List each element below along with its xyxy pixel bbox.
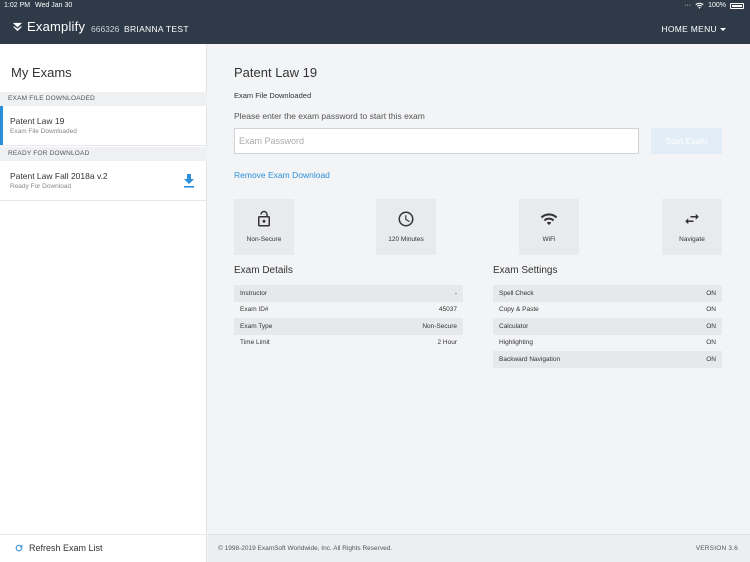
- tile-wifi: WiFi: [519, 199, 579, 255]
- exam-settings-title: Exam Settings: [493, 265, 558, 276]
- exam-item-name: Patent Law Fall 2018a v.2: [10, 171, 108, 181]
- wifi-icon: [540, 213, 558, 225]
- home-menu-label: HOME MENU: [661, 24, 717, 34]
- row-value: Non-Secure: [422, 322, 457, 330]
- section-heading-ready: READY FOR DOWNLOAD: [0, 147, 207, 161]
- exam-title: Patent Law 19: [234, 65, 318, 80]
- status-time: 1:02 PM: [4, 2, 31, 9]
- tile-label: WiFi: [542, 236, 556, 243]
- start-exam-button[interactable]: Start Exam: [651, 128, 722, 154]
- exam-detail-panel: Patent Law 19 Exam File Downloaded Pleas…: [208, 44, 750, 534]
- row-label: Exam ID#: [240, 306, 269, 314]
- footer: © 1998-2019 ExamSoft Worldwide, Inc. All…: [208, 534, 750, 562]
- row-label: Copy & Paste: [499, 306, 539, 314]
- exam-item-status: Ready For Download: [10, 183, 72, 190]
- sidebar-title: My Exams: [11, 65, 72, 80]
- tile-label: Navigate: [679, 236, 705, 243]
- status-date: Wed Jan 30: [35, 2, 73, 9]
- sidebar: My Exams EXAM FILE DOWNLOADED Patent Law…: [0, 44, 207, 562]
- arrows-swap-icon: [685, 213, 699, 225]
- exam-list-item-patent-law-19[interactable]: Patent Law 19 Exam File Downloaded: [0, 106, 207, 146]
- status-bar: 1:02 PM Wed Jan 30 ··· 100%: [0, 0, 750, 12]
- table-row: Backward Navigation ON: [493, 351, 722, 368]
- download-icon[interactable]: [183, 174, 195, 188]
- row-label: Exam Type: [240, 322, 273, 330]
- brand-name: Examplify: [27, 19, 86, 34]
- row-value: -: [454, 289, 457, 297]
- copyright-text: © 1998-2019 ExamSoft Worldwide, Inc. All…: [218, 545, 393, 552]
- home-menu-button[interactable]: HOME MENU: [661, 24, 726, 34]
- exam-list-item-patent-law-fall[interactable]: Patent Law Fall 2018a v.2 Ready For Down…: [0, 161, 207, 201]
- row-label: Time Limit: [240, 339, 270, 347]
- tile-label: 120 Minutes: [388, 236, 424, 243]
- exam-details-title: Exam Details: [234, 265, 293, 276]
- table-row: Exam Type Non-Secure: [234, 318, 463, 335]
- table-row: Instructor -: [234, 285, 463, 302]
- battery-percent: 100%: [708, 2, 726, 9]
- exam-password-input[interactable]: [234, 128, 639, 154]
- row-label: Backward Navigation: [499, 355, 561, 363]
- section-heading-downloaded: EXAM FILE DOWNLOADED: [0, 92, 207, 106]
- app-header: 1:02 PM Wed Jan 30 ··· 100% Examplify 66…: [0, 0, 750, 44]
- table-row: Copy & Paste ON: [493, 301, 722, 318]
- exam-details-table: Instructor - Exam ID# 45037 Exam Type Non-S…: [234, 285, 463, 351]
- table-row: Calculator ON: [493, 318, 722, 335]
- lock-open-icon: [258, 210, 270, 227]
- signal-dots-icon: ···: [684, 2, 692, 9]
- battery-icon: [730, 2, 744, 9]
- examplify-logo-icon: [12, 22, 23, 32]
- row-value: ON: [706, 339, 716, 347]
- row-value: ON: [706, 322, 716, 330]
- table-row: Exam ID# 45037: [234, 301, 463, 318]
- row-label: Spell Check: [499, 289, 534, 297]
- row-value: ON: [706, 289, 716, 297]
- table-row: Spell Check ON: [493, 285, 722, 302]
- tile-security: Non-Secure: [234, 199, 294, 255]
- refresh-icon: [15, 544, 23, 552]
- tile-navigation: Navigate: [662, 199, 722, 255]
- table-row: Time Limit 2 Hour: [234, 334, 463, 351]
- exam-file-status: Exam File Downloaded: [234, 91, 312, 100]
- exam-item-status: Exam File Downloaded: [10, 128, 77, 135]
- exam-settings-table: Spell Check ON Copy & Paste ON Calculator O…: [493, 285, 722, 368]
- exam-item-name: Patent Law 19: [10, 116, 65, 126]
- wifi-status-icon: [695, 2, 704, 9]
- remove-exam-download-link[interactable]: Remove Exam Download: [234, 170, 330, 180]
- version-text: VERSION 3.6: [695, 545, 738, 552]
- row-value: ON: [706, 306, 716, 314]
- row-label: Instructor: [240, 289, 268, 297]
- row-value: ON: [706, 355, 716, 363]
- password-prompt: Please enter the exam password to start …: [234, 111, 425, 121]
- tile-time: 120 Minutes: [376, 199, 436, 255]
- user-name: BRIANNA TEST: [124, 24, 189, 34]
- sidebar-divider: [0, 534, 207, 535]
- row-value: 45037: [438, 306, 457, 314]
- row-value: 2 Hour: [437, 339, 457, 347]
- refresh-exam-list-button[interactable]: Refresh Exam List: [14, 543, 103, 553]
- status-right: ··· 100%: [684, 2, 744, 9]
- user-id: 666326: [91, 24, 120, 34]
- row-label: Highlighting: [499, 339, 533, 347]
- chevron-down-icon: [720, 27, 726, 31]
- refresh-label: Refresh Exam List: [29, 543, 103, 553]
- row-label: Calculator: [499, 322, 529, 330]
- clock-icon: [398, 211, 414, 227]
- table-row: Highlighting ON: [493, 334, 722, 351]
- examplify-logo: Examplify: [12, 19, 85, 34]
- tile-label: Non-Secure: [246, 236, 282, 243]
